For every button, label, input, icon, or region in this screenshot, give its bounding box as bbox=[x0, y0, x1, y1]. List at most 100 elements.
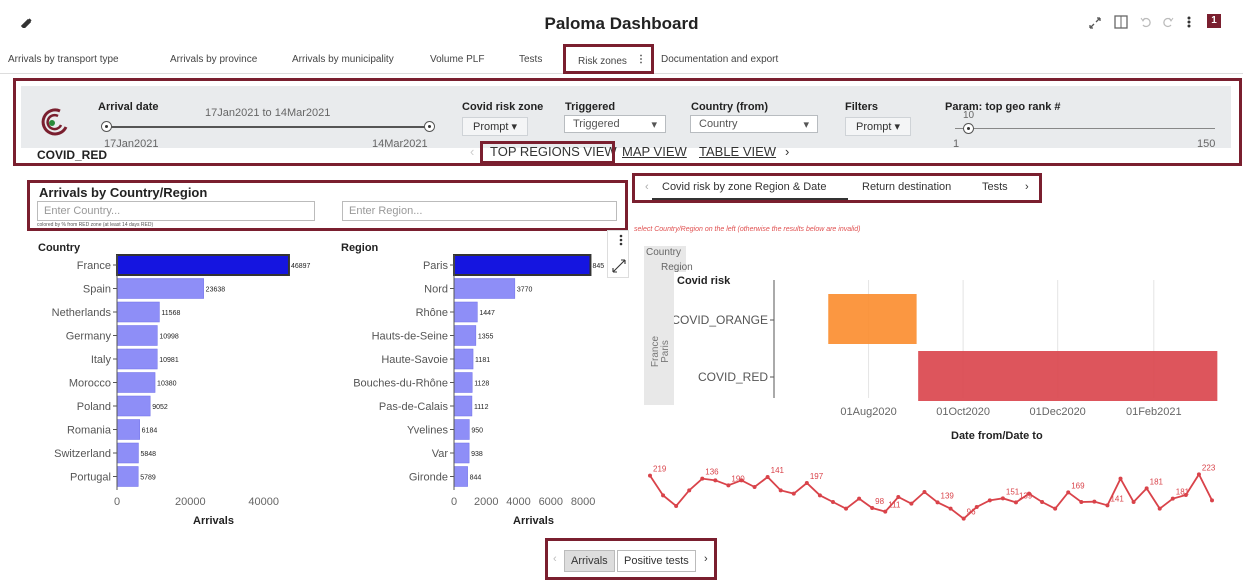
sparkline-label: 169 bbox=[1071, 481, 1085, 490]
risk-zones-highlight bbox=[563, 44, 654, 74]
tick-label: 01Dec2020 bbox=[1030, 406, 1086, 418]
region-x-title: Arrivals bbox=[513, 515, 554, 527]
sparkline-point bbox=[648, 473, 652, 478]
country-x-title: Arrivals bbox=[193, 515, 234, 527]
sparkline-point bbox=[844, 506, 849, 511]
sparkline-point bbox=[948, 506, 953, 511]
tab-province[interactable]: Arrivals by province bbox=[170, 54, 257, 65]
tick-label: 01Oct2020 bbox=[936, 406, 990, 418]
category-label: Germany bbox=[66, 331, 112, 343]
bar bbox=[116, 466, 139, 487]
tick-label: 4000 bbox=[506, 496, 530, 508]
redo-icon[interactable] bbox=[1161, 15, 1175, 29]
sparkline-point bbox=[1157, 506, 1162, 511]
bar bbox=[453, 348, 474, 370]
sparkline-label: 190 bbox=[731, 474, 745, 483]
tab-municipality[interactable]: Arrivals by municipality bbox=[292, 54, 394, 65]
bar bbox=[116, 395, 151, 417]
sparkline-point bbox=[870, 506, 875, 510]
data-label: 938 bbox=[471, 451, 483, 458]
category-label: Portugal bbox=[70, 472, 111, 484]
sparkline-label: 98 bbox=[875, 497, 884, 506]
data-label: 23638 bbox=[206, 287, 226, 294]
category-label: Var bbox=[432, 448, 449, 460]
row-region-label: Paris bbox=[659, 340, 671, 363]
notification-badge[interactable]: 1 bbox=[1207, 14, 1221, 28]
bar bbox=[453, 442, 470, 464]
category-label: France bbox=[77, 260, 111, 272]
sparkline-point bbox=[700, 476, 705, 481]
data-label: 3770 bbox=[517, 287, 533, 294]
sparkline-point bbox=[726, 483, 731, 488]
gantt-bar bbox=[828, 294, 917, 344]
tick-label: 2000 bbox=[474, 496, 498, 508]
sparkline-label: 141 bbox=[771, 466, 785, 475]
sparkline-label: 139 bbox=[941, 491, 955, 500]
bar bbox=[116, 301, 160, 323]
arrivals-sparkline: 219 13619014119798 11113996151 139169141181… bbox=[648, 463, 1216, 521]
sparkline-point bbox=[935, 500, 940, 505]
data-label: 1181 bbox=[475, 357, 490, 364]
bar bbox=[116, 254, 290, 276]
tick-label: 40000 bbox=[248, 496, 279, 508]
tab-transport-type[interactable]: Arrivals by transport type bbox=[8, 54, 119, 65]
sparkline-label: 111 bbox=[888, 501, 901, 510]
sparkline-point bbox=[1079, 500, 1084, 504]
data-label: 1128 bbox=[474, 381, 489, 388]
chart-tools bbox=[607, 230, 629, 278]
data-label: 845 bbox=[592, 263, 604, 270]
data-label: 844 bbox=[470, 475, 482, 482]
sparkline-point bbox=[922, 490, 927, 494]
bar bbox=[453, 395, 473, 417]
tick-label: 0 bbox=[114, 496, 120, 508]
sparkline-point bbox=[713, 478, 718, 483]
sparkline-point bbox=[1040, 500, 1045, 504]
expand-icon[interactable] bbox=[1088, 16, 1102, 30]
tick-label: 8000 bbox=[571, 496, 595, 508]
sparkline-point bbox=[857, 496, 862, 501]
sparkline-label: 197 bbox=[810, 472, 824, 481]
covid-risk-gantt: 01Aug2020 01Oct2020 01Dec2020 01Feb2021 COVI… bbox=[674, 280, 1218, 418]
tick-label: 20000 bbox=[175, 496, 206, 508]
bar bbox=[116, 348, 158, 370]
sparkline-label: 96 bbox=[967, 508, 976, 517]
bar bbox=[116, 442, 139, 464]
data-label: 6184 bbox=[142, 428, 158, 435]
category-label: Poland bbox=[77, 401, 111, 413]
tab-documentation[interactable]: Documentation and export bbox=[661, 54, 778, 65]
sparkline-point bbox=[896, 495, 901, 499]
top-bar: Paloma Dashboard 1 bbox=[0, 0, 1243, 42]
sparkline-label: 141 bbox=[1110, 494, 1124, 503]
more-icon[interactable] bbox=[619, 234, 623, 246]
bar bbox=[453, 254, 592, 276]
bar bbox=[116, 372, 156, 393]
category-label: Bouches-du-Rhône bbox=[353, 378, 448, 390]
dashboard-title: Paloma Dashboard bbox=[544, 14, 699, 33]
bar bbox=[453, 278, 516, 299]
category-label: Morocco bbox=[69, 378, 111, 390]
tick-label: 01Feb2021 bbox=[1126, 406, 1182, 418]
data-label: 10998 bbox=[159, 334, 179, 341]
category-label: Switzerland bbox=[54, 448, 111, 460]
sparkline-point bbox=[1092, 499, 1097, 504]
category-label: Netherlands bbox=[52, 307, 112, 319]
sparkline-label: 139 bbox=[1019, 491, 1033, 500]
warning-text: select Country/Region on the left (other… bbox=[634, 226, 861, 233]
tab-volume-plf[interactable]: Volume PLF bbox=[430, 54, 484, 65]
category-label: COVID_ORANGE bbox=[674, 313, 768, 327]
bar bbox=[453, 419, 470, 440]
bar bbox=[453, 325, 477, 346]
sparkline-label: 181 bbox=[1176, 488, 1190, 497]
tab-tests[interactable]: Tests bbox=[519, 54, 542, 65]
panel-icon[interactable] bbox=[1114, 15, 1128, 29]
more-icon[interactable] bbox=[1185, 15, 1193, 29]
bar bbox=[453, 301, 478, 323]
undo-icon[interactable] bbox=[1139, 15, 1153, 29]
sparkline-point bbox=[1053, 506, 1058, 511]
category-label: Haute-Savoie bbox=[381, 354, 448, 366]
category-label: Romania bbox=[67, 425, 112, 437]
sparkline-point bbox=[1118, 476, 1123, 481]
bar bbox=[116, 419, 140, 440]
region-bar-chart: Paris 845 Nord 3770 Rhône 1447 Hauts-de-Seine 1… bbox=[353, 254, 604, 508]
data-label: 1355 bbox=[478, 334, 494, 341]
